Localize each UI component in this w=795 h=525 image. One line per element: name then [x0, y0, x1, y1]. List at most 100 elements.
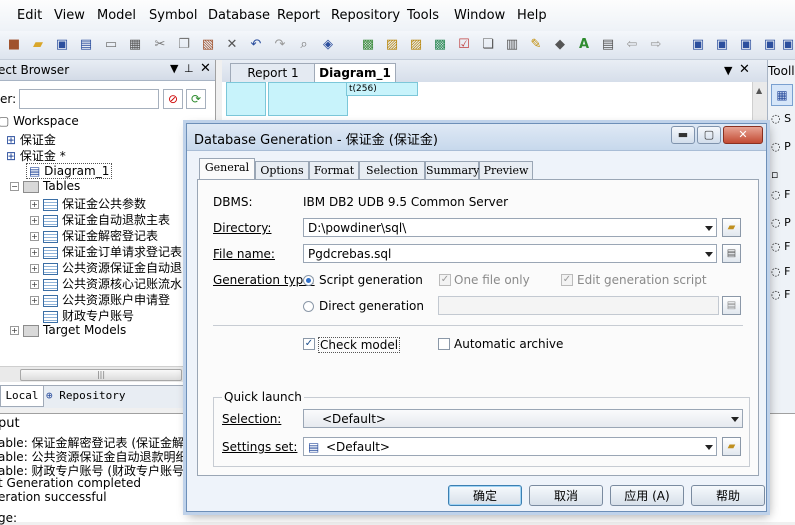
filter-input[interactable]: [19, 89, 159, 109]
menu-view[interactable]: View: [54, 8, 85, 23]
tree-model-2[interactable]: ⊞ 保证金 *: [6, 147, 66, 164]
tree-table-item[interactable]: + 公共资源账户申请登: [30, 291, 170, 308]
tree-diagram[interactable]: ▤ Diagram_1: [26, 163, 113, 179]
toolbox-item-icon[interactable]: ◌ F: [771, 240, 790, 253]
settings-folder-button[interactable]: ▰: [722, 437, 741, 456]
refresh-icon[interactable]: ⟳: [186, 89, 206, 109]
toolbar-icon-f[interactable]: ❏: [480, 37, 496, 53]
find-icon[interactable]: ⌕: [296, 37, 312, 53]
chevron-down-icon[interactable]: [705, 252, 713, 257]
expand-icon[interactable]: +: [30, 296, 39, 305]
settings-set-combo[interactable]: ▤ <Default>: [303, 437, 717, 456]
minimize-button[interactable]: ▬: [671, 126, 695, 144]
tree-table-item[interactable]: 财政专户账号: [43, 307, 134, 324]
align-icon-e[interactable]: ▣: [780, 37, 795, 53]
tab-selection[interactable]: Selection: [359, 161, 425, 180]
menu-help[interactable]: Help: [517, 8, 547, 23]
align-icon-c[interactable]: ▣: [738, 37, 754, 53]
script-generation-radio[interactable]: [303, 275, 314, 286]
fill-icon[interactable]: ◆: [552, 37, 568, 53]
tab-report-1[interactable]: Report 1: [230, 63, 316, 82]
expand-icon[interactable]: +: [30, 216, 39, 225]
edit-generation-script-checkbox[interactable]: ✓: [561, 274, 573, 286]
expand-icon[interactable]: +: [30, 200, 39, 209]
arrow-left-icon[interactable]: ⇦: [624, 37, 640, 53]
align-icon-b[interactable]: ▣: [714, 37, 730, 53]
menu-tools[interactable]: Tools: [407, 8, 439, 23]
toolbar-icon-b[interactable]: ▨: [384, 37, 400, 53]
selection-dropdown[interactable]: <Default>: [303, 409, 743, 428]
chevron-down-icon[interactable]: [705, 226, 713, 231]
edit-file-button[interactable]: ▤: [722, 244, 741, 263]
browser-hscrollbar[interactable]: |||: [0, 366, 214, 382]
dialog-close-button[interactable]: ✕: [723, 126, 763, 144]
tab-options[interactable]: Options: [255, 161, 309, 180]
tree-table-item[interactable]: + 保证金订单请求登记表: [30, 243, 182, 260]
print-icon[interactable]: ▦: [127, 37, 143, 53]
toolbar-icon-g[interactable]: ▥: [504, 37, 520, 53]
scroll-thumb[interactable]: |||: [20, 369, 182, 381]
doc-close-icon[interactable]: ✕: [739, 62, 750, 77]
toolbox-item-icon[interactable]: ◌ F: [771, 188, 790, 201]
tab-summary[interactable]: Summary: [425, 161, 480, 180]
diagram-shape-label[interactable]: t(256): [346, 82, 418, 96]
tree-tables-folder[interactable]: − Tables: [10, 179, 80, 193]
tree-table-item[interactable]: + 保证金解密登记表: [30, 227, 158, 244]
tree-target-models[interactable]: + Target Models: [10, 323, 126, 337]
menu-repository[interactable]: Repository: [331, 8, 400, 23]
clear-filter-icon[interactable]: ⊘: [163, 89, 183, 109]
grid-tool-icon[interactable]: ▦: [771, 84, 793, 106]
ok-button[interactable]: 确定: [448, 485, 522, 506]
one-file-only-checkbox[interactable]: ✓: [439, 274, 451, 286]
toolbar-icon-h[interactable]: ▤: [600, 37, 616, 53]
chevron-down-icon[interactable]: [705, 445, 713, 450]
toolbox-item-icon[interactable]: ◌ F: [771, 265, 790, 278]
expand-icon[interactable]: +: [30, 264, 39, 273]
diagram-shape[interactable]: [268, 82, 348, 116]
text-color-icon[interactable]: A: [576, 37, 592, 53]
tab-diagram-1[interactable]: Diagram_1: [314, 63, 396, 82]
open-folder-icon[interactable]: ▰: [30, 37, 46, 53]
menu-symbol[interactable]: Symbol: [149, 8, 197, 23]
scroll-up-icon[interactable]: ▲: [756, 86, 762, 95]
expand-icon[interactable]: +: [30, 248, 39, 257]
help-button[interactable]: 帮助: [691, 485, 765, 506]
properties-icon[interactable]: ◈: [320, 37, 336, 53]
toolbox-item-icon[interactable]: ◌ F: [771, 288, 790, 301]
chevron-down-icon[interactable]: [731, 417, 739, 422]
automatic-archive-checkbox[interactable]: [438, 338, 450, 350]
print-preview-icon[interactable]: ▭: [103, 37, 119, 53]
pin-icon[interactable]: ⊥: [184, 62, 194, 75]
pencil-icon[interactable]: ✎: [528, 37, 544, 53]
cut-icon[interactable]: ✂: [152, 37, 168, 53]
align-icon-a[interactable]: ▣: [690, 37, 706, 53]
toolbox-item-icon[interactable]: ▫: [771, 168, 778, 181]
tree-table-item[interactable]: + 保证金公共参数: [30, 195, 146, 212]
menu-database[interactable]: Database: [208, 8, 270, 23]
toolbar-icon-a[interactable]: ▩: [360, 37, 376, 53]
check-model-checkbox[interactable]: ✓: [303, 338, 315, 350]
dropdown-icon[interactable]: ▼: [170, 62, 178, 75]
tree-model-1[interactable]: ⊞ 保证金: [6, 131, 56, 148]
tab-general[interactable]: General: [199, 158, 255, 180]
menu-window[interactable]: Window: [454, 8, 505, 23]
filename-combo[interactable]: Pgdcrebas.sql: [303, 244, 717, 263]
collapse-icon[interactable]: −: [10, 182, 19, 191]
doc-dropdown-icon[interactable]: ▼: [724, 64, 732, 77]
save-icon[interactable]: ▣: [54, 37, 70, 53]
undo-icon[interactable]: ↶: [248, 37, 264, 53]
toolbox-item-icon[interactable]: ◌ P: [771, 140, 791, 153]
align-icon-d[interactable]: ▣: [762, 37, 778, 53]
direct-generation-radio[interactable]: [303, 301, 314, 312]
paste-icon[interactable]: ▧: [200, 37, 216, 53]
expand-icon[interactable]: +: [30, 232, 39, 241]
tab-local[interactable]: Local: [0, 386, 44, 407]
directory-combo[interactable]: D:\powdiner\sql\: [303, 218, 717, 237]
save-all-icon[interactable]: ▤: [78, 37, 94, 53]
apply-button[interactable]: 应用 (A): [610, 485, 684, 506]
close-icon[interactable]: ✕: [200, 61, 211, 76]
tab-format[interactable]: Format: [309, 161, 359, 180]
arrow-right-icon[interactable]: ⇨: [648, 37, 664, 53]
expand-icon[interactable]: +: [10, 326, 19, 335]
tree-workspace[interactable]: ▢ Workspace: [0, 114, 79, 128]
